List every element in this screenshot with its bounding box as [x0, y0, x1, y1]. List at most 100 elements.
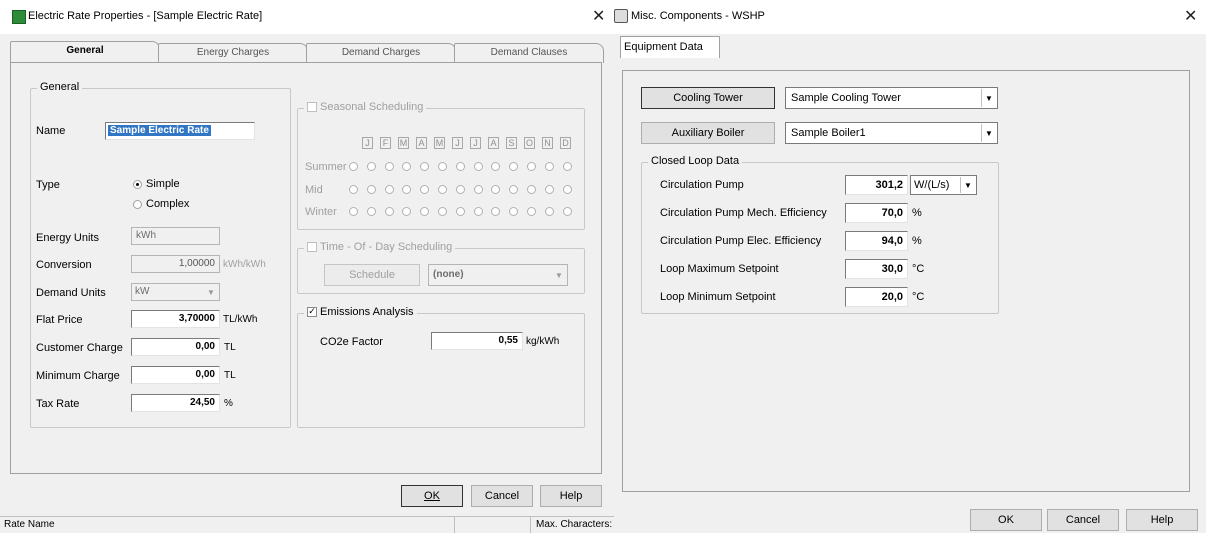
season-month-radio[interactable] — [473, 207, 483, 216]
conversion-unit: kWh/kWh — [223, 259, 266, 270]
co2e-factor-input[interactable]: 0,55 — [431, 332, 523, 350]
season-month-radio[interactable] — [384, 162, 394, 171]
season-month-radio[interactable] — [562, 207, 572, 216]
cooling-tower-select[interactable]: Sample Cooling Tower ▼ — [785, 87, 998, 109]
customer-charge-input[interactable]: 0,00 — [131, 338, 220, 356]
chevron-down-icon: ▼ — [552, 266, 566, 284]
month-header: A — [488, 137, 499, 149]
name-input[interactable]: Sample Electric Rate — [105, 122, 255, 140]
ok-button[interactable]: OK — [401, 485, 463, 507]
mech-efficiency-input[interactable]: 70,0 — [845, 203, 908, 223]
season-month-radio[interactable] — [473, 162, 483, 171]
season-month-radio[interactable] — [455, 207, 465, 216]
season-month-radio[interactable] — [438, 185, 447, 194]
demand-units-label: Demand Units — [36, 287, 106, 299]
window-title: Misc. Components - WSHP — [631, 10, 765, 22]
circulation-pump-input[interactable]: 301,2 — [845, 175, 908, 195]
customer-charge-unit: TL — [224, 342, 236, 353]
title-bar: Electric Rate Properties - [Sample Elect… — [0, 0, 614, 34]
season-month-radio[interactable] — [366, 162, 376, 171]
flat-price-unit: TL/kWh — [223, 314, 258, 325]
auxiliary-boiler-select[interactable]: Sample Boiler1 ▼ — [785, 122, 998, 144]
season-month-radio[interactable] — [349, 207, 358, 216]
season-month-radio[interactable] — [438, 162, 447, 171]
tab-demand-charges[interactable]: Demand Charges — [306, 43, 456, 63]
loop-min-setpoint-input[interactable]: 20,0 — [845, 287, 908, 307]
tax-rate-input[interactable]: 24,50 — [131, 394, 220, 412]
minimum-charge-input[interactable]: 0,00 — [131, 366, 220, 384]
emissions-legend-text: Emissions Analysis — [320, 306, 414, 318]
mech-efficiency-label: Circulation Pump Mech. Efficiency — [660, 207, 827, 219]
flat-price-input[interactable]: 3,70000 — [131, 310, 220, 328]
window-title: Electric Rate Properties - [Sample Elect… — [28, 10, 263, 22]
tab-equipment-data-label: Equipment Data — [624, 41, 703, 53]
season-month-radio[interactable] — [527, 207, 536, 216]
chevron-down-icon: ▼ — [981, 89, 996, 107]
cooling-tower-button[interactable]: Cooling Tower — [641, 87, 775, 109]
type-simple-radio[interactable] — [133, 180, 142, 189]
month-header: J — [452, 137, 463, 149]
loop-max-setpoint-unit: °C — [912, 263, 925, 275]
ok-button[interactable]: OK — [970, 509, 1042, 531]
help-button[interactable]: Help — [540, 485, 602, 507]
season-month-radio[interactable] — [544, 207, 554, 216]
tab-general[interactable]: General — [10, 41, 160, 63]
season-month-radio[interactable] — [366, 185, 376, 194]
general-legend: General — [37, 81, 83, 93]
type-complex-label[interactable]: Complex — [146, 198, 189, 210]
status-bar: Rate Name Max. Characters: 30 — [0, 516, 626, 533]
close-icon[interactable]: ✕ — [592, 6, 605, 25]
month-header: J — [470, 137, 481, 149]
co2e-factor-label: CO2e Factor — [320, 336, 383, 348]
loop-max-setpoint-input[interactable]: 30,0 — [845, 259, 908, 279]
season-summer-label: Summer — [305, 161, 347, 173]
demand-units-select[interactable]: kW ▼ — [131, 283, 220, 301]
minimum-charge-unit: TL — [224, 370, 236, 381]
elec-efficiency-unit: % — [912, 235, 922, 247]
close-icon[interactable]: ✕ — [1184, 6, 1197, 25]
season-month-radio[interactable] — [384, 185, 394, 194]
month-header: A — [416, 137, 427, 149]
season-month-radio[interactable] — [349, 162, 358, 171]
season-month-radio[interactable] — [544, 185, 554, 194]
schedule-button[interactable]: Schedule — [324, 264, 420, 286]
help-button-label: Help — [559, 490, 583, 502]
type-simple-label[interactable]: Simple — [146, 178, 180, 190]
season-month-radio[interactable] — [349, 185, 358, 194]
seasonal-checkbox[interactable] — [307, 102, 317, 112]
season-month-radio[interactable] — [562, 162, 572, 171]
month-header: N — [542, 137, 553, 149]
tab-demand-clauses[interactable]: Demand Clauses — [454, 43, 604, 63]
cancel-button-label: Cancel — [484, 490, 520, 502]
season-month-radio[interactable] — [473, 185, 483, 194]
tab-equipment-data[interactable]: Equipment Data — [620, 36, 720, 58]
help-button[interactable]: Help — [1126, 509, 1198, 531]
emissions-checkbox[interactable]: ✓ — [307, 307, 317, 317]
season-month-radio[interactable] — [455, 185, 465, 194]
type-complex-radio[interactable] — [133, 200, 142, 209]
cancel-button[interactable]: Cancel — [471, 485, 533, 507]
chevron-down-icon: ▼ — [981, 124, 996, 142]
schedule-select[interactable]: (none) ▼ — [428, 264, 568, 286]
season-month-radio[interactable] — [384, 207, 394, 216]
loop-min-setpoint-label: Loop Minimum Setpoint — [660, 291, 776, 303]
elec-efficiency-input[interactable]: 94,0 — [845, 231, 908, 251]
auxiliary-boiler-button[interactable]: Auxiliary Boiler — [641, 122, 775, 144]
season-month-radio[interactable] — [455, 162, 465, 171]
app-icon — [614, 9, 628, 23]
season-month-radio[interactable] — [527, 162, 536, 171]
season-month-radio[interactable] — [438, 207, 447, 216]
season-month-radio[interactable] — [544, 162, 554, 171]
status-divider — [530, 517, 531, 533]
tab-energy-charges[interactable]: Energy Charges — [158, 43, 308, 63]
circulation-pump-unit-select[interactable]: W/(L/s) ▼ — [910, 175, 977, 195]
tod-legend-text: Time - Of - Day Scheduling — [320, 241, 453, 253]
season-month-radio[interactable] — [527, 185, 536, 194]
season-mid-label: Mid — [305, 184, 323, 196]
season-month-radio[interactable] — [562, 185, 572, 194]
status-divider — [454, 517, 455, 533]
season-month-radio[interactable] — [366, 207, 376, 216]
tod-checkbox[interactable] — [307, 242, 317, 252]
cancel-button[interactable]: Cancel — [1047, 509, 1119, 531]
elec-efficiency-label: Circulation Pump Elec. Efficiency — [660, 235, 822, 247]
